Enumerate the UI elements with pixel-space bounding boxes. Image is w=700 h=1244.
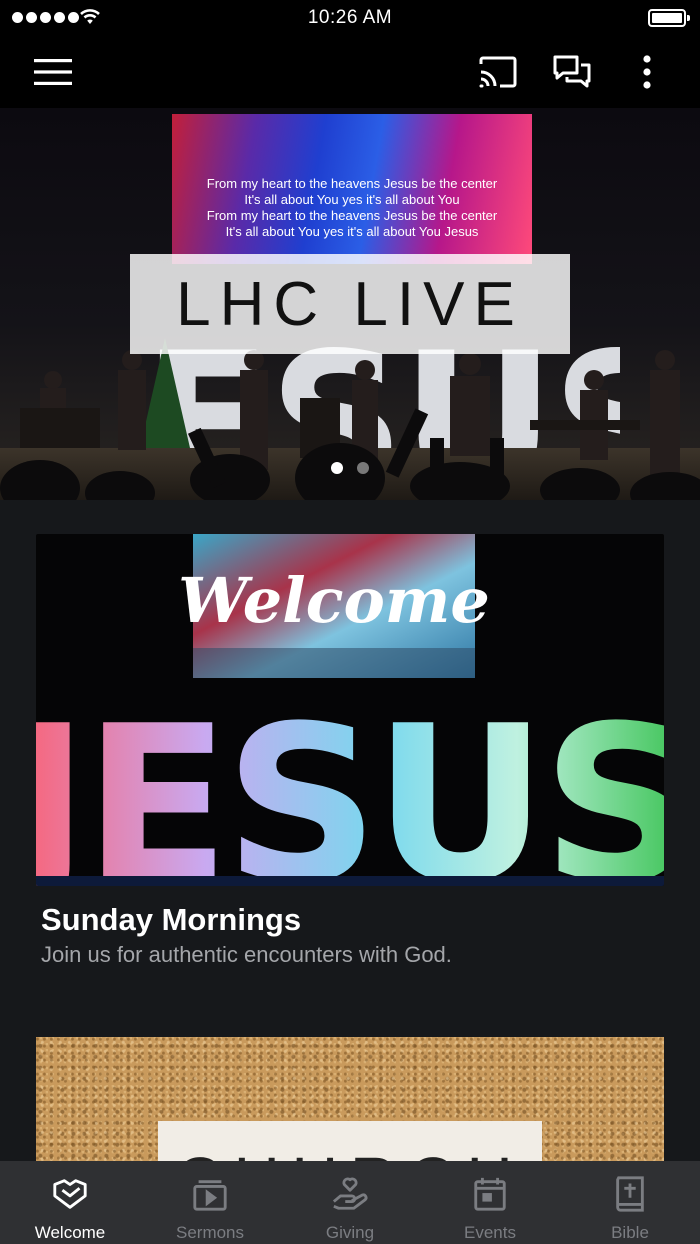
tab-label: Sermons — [175, 1223, 245, 1242]
status-bar: 10:26 AM — [0, 0, 700, 36]
welcome-jesus-graphic: Welcome JESUS — [36, 534, 664, 886]
tab-events[interactable]: Events — [420, 1161, 560, 1244]
menu-icon[interactable] — [31, 50, 75, 94]
tab-label: Bible — [611, 1223, 649, 1242]
chat-icon[interactable] — [550, 50, 594, 94]
app-bar — [0, 36, 700, 108]
card-subtitle: Join us for authentic encounters with Go… — [41, 942, 452, 967]
carousel-dot[interactable] — [357, 462, 369, 474]
card-title[interactable]: Sunday Mornings — [41, 902, 301, 938]
tab-giving[interactable]: Giving — [280, 1161, 420, 1244]
giving-hand-icon — [332, 1177, 368, 1210]
card-letters: JESUS — [36, 679, 664, 886]
status-time: 10:26 AM — [307, 7, 393, 28]
tab-label: Giving — [325, 1223, 375, 1242]
heart-hands-icon — [53, 1179, 87, 1209]
tab-sermons[interactable]: Sermons — [140, 1161, 280, 1244]
hero-banner-text: LHC LIVE — [176, 269, 524, 339]
hero-banner: LHC LIVE — [130, 254, 570, 354]
tab-label: Events — [464, 1223, 516, 1242]
tab-bible[interactable]: Bible — [560, 1161, 700, 1244]
calendar-icon — [474, 1177, 506, 1211]
bottom-tab-bar: Welcome Sermons Giving Events Bible — [0, 1161, 700, 1244]
tab-label: Welcome — [34, 1223, 106, 1242]
carousel-dot-active[interactable] — [331, 462, 343, 474]
tab-welcome[interactable]: Welcome — [0, 1161, 140, 1244]
battery-icon — [648, 9, 690, 27]
bible-icon — [616, 1176, 644, 1212]
video-library-icon — [193, 1180, 227, 1211]
carousel-dots — [0, 462, 700, 474]
more-vert-icon[interactable] — [625, 50, 669, 94]
sunday-mornings-card-image[interactable]: Welcome JESUS — [36, 534, 664, 886]
second-card-image[interactable]: CHURCH — [36, 1037, 664, 1167]
cast-icon[interactable] — [476, 50, 520, 94]
card-screen-text: Welcome — [178, 564, 490, 637]
hero-carousel[interactable]: From my heart to the heavens Jesus be th… — [0, 108, 700, 500]
